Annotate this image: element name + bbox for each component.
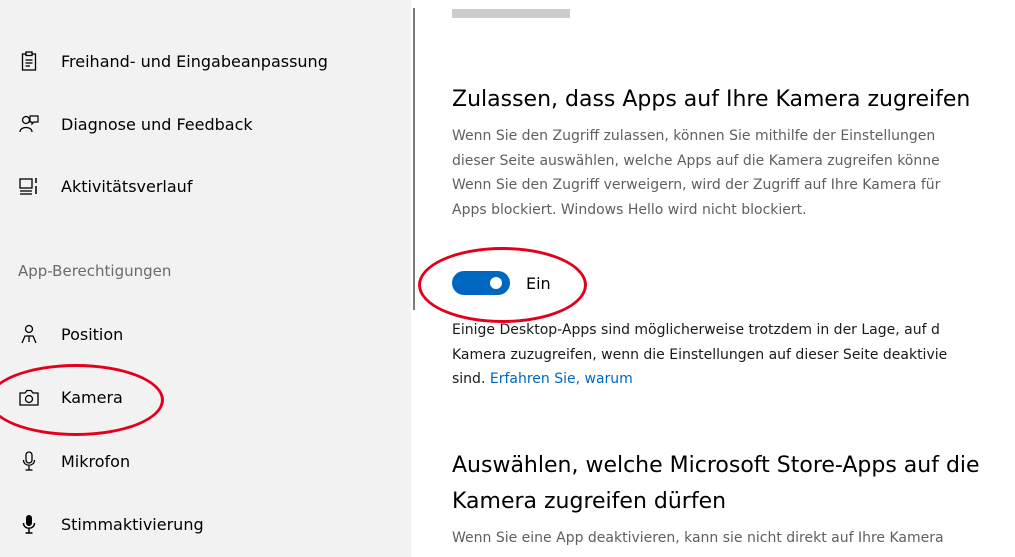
sidebar-scrollbar[interactable] — [413, 8, 415, 310]
description-line: Wenn Sie den Zugriff zulassen, können Si… — [452, 128, 936, 144]
description-camera-access: Wenn Sie den Zugriff zulassen, können Si… — [452, 124, 940, 222]
top-placeholder-bar — [452, 9, 570, 18]
description-text: sind. — [452, 371, 486, 387]
sidebar-item-position[interactable]: Position — [0, 309, 411, 359]
microphone-icon — [18, 450, 40, 472]
sidebar-item-label: Freihand- und Eingabeanpassung — [61, 51, 328, 71]
sidebar-item-freihand[interactable]: Freihand- und Eingabeanpassung — [0, 36, 411, 86]
description-line: Apps blockiert. Windows Hello wird nicht… — [452, 201, 807, 218]
sidebar-item-aktivitaetsverlauf[interactable]: Aktivitätsverlauf — [0, 161, 411, 211]
description-line: dieser Seite auswählen, welche Apps auf … — [452, 152, 940, 169]
sidebar-item-mikrofon[interactable]: Mikrofon — [0, 436, 411, 486]
learn-why-link[interactable]: Erfahren Sie, warum — [490, 371, 633, 387]
sidebar-item-label: Diagnose und Feedback — [61, 114, 253, 134]
voice-activation-icon — [18, 513, 40, 535]
sidebar-item-label: Kamera — [61, 387, 123, 407]
toggle-state-label: Ein — [526, 273, 551, 293]
timeline-icon — [18, 175, 40, 197]
sidebar-item-kamera[interactable]: Kamera — [0, 372, 411, 422]
settings-sidebar: Freihand- und Eingabeanpassung Diagnose … — [0, 0, 411, 557]
sidebar-item-diagnose[interactable]: Diagnose und Feedback — [0, 99, 411, 149]
heading-allow-camera-access: Zulassen, dass Apps auf Ihre Kamera zugr… — [452, 87, 971, 112]
camera-icon — [18, 386, 40, 408]
description-disable-app: Wenn Sie eine App deaktivieren, kann sie… — [452, 530, 944, 546]
location-person-icon — [18, 323, 40, 345]
heading-choose-store-apps: Auswählen, welche Microsoft Store-Apps a… — [452, 448, 980, 520]
description-line: Wenn Sie den Zugriff verweigern, wird de… — [452, 177, 941, 193]
description-desktop-apps: Einige Desktop-Apps sind möglicherweise … — [452, 318, 947, 392]
toggle-switch[interactable] — [452, 271, 510, 295]
sidebar-item-label: Position — [61, 324, 124, 344]
section-label-app-permissions: App-Berechtigungen — [18, 262, 172, 280]
heading-line: Kamera zugreifen dürfen — [452, 489, 727, 514]
sidebar-item-label: Aktivitätsverlauf — [61, 176, 193, 196]
sidebar-item-stimmaktivierung[interactable]: Stimmaktivierung — [0, 499, 411, 549]
description-line: Kamera zuzugreifen, wenn die Einstellung… — [452, 346, 948, 363]
sidebar-item-label: Mikrofon — [61, 451, 131, 471]
description-line: Einige Desktop-Apps sind möglicherweise … — [452, 322, 940, 338]
feedback-person-icon — [18, 113, 40, 135]
sidebar-item-label: Stimmaktivierung — [61, 514, 204, 534]
camera-access-toggle[interactable]: Ein — [452, 271, 551, 295]
heading-line: Auswählen, welche Microsoft Store-Apps a… — [452, 453, 980, 478]
toggle-knob — [490, 277, 502, 289]
clipboard-icon — [18, 50, 40, 72]
description-line: sind. Erfahren Sie, warum — [452, 367, 947, 392]
